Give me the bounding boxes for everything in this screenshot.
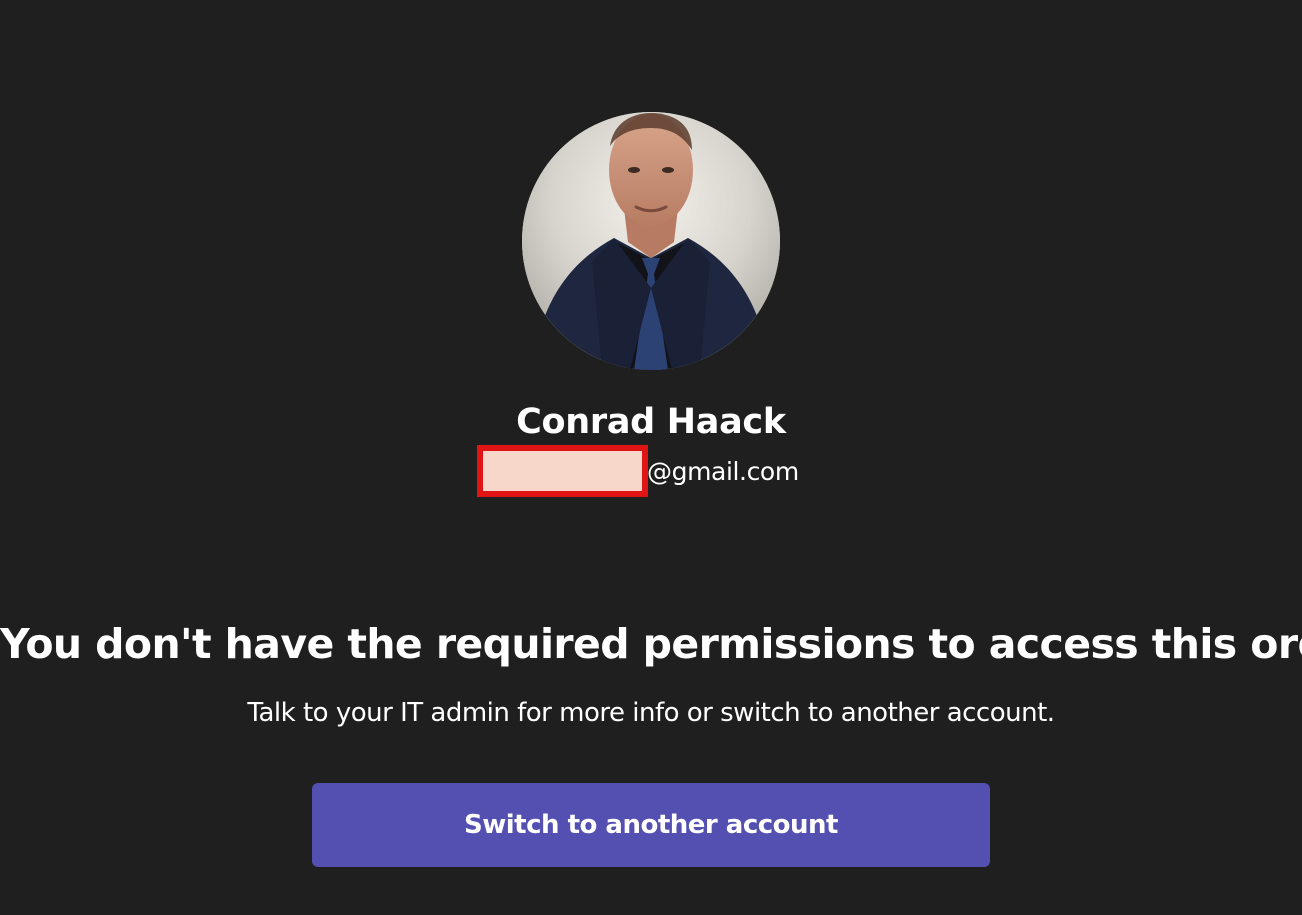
email-redaction: [477, 445, 648, 497]
avatar: [522, 112, 780, 370]
profile-email-domain: @gmail.com: [647, 457, 799, 486]
switch-account-button[interactable]: Switch to another account: [312, 783, 990, 867]
profile-photo-icon: [522, 112, 780, 370]
profile-name: Conrad Haack: [516, 402, 786, 442]
page-title: You don't have the required permissions …: [0, 620, 1302, 668]
page-description: Talk to your IT admin for more info or s…: [247, 698, 1055, 728]
